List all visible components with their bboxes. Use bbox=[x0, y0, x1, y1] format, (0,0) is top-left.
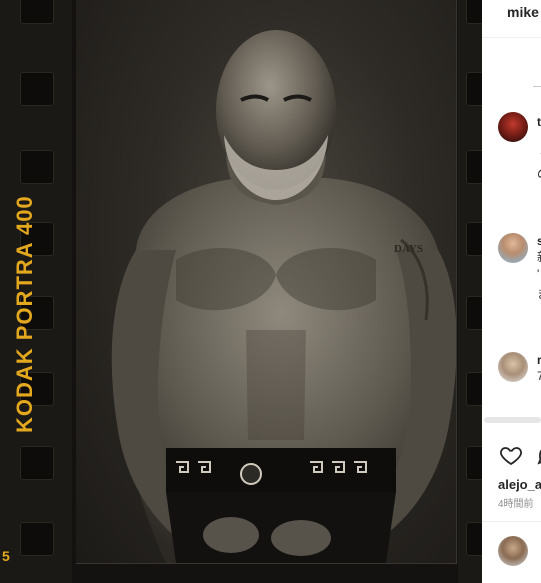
comment-username[interactable]: s bbox=[537, 233, 541, 249]
horizontal-scrollbar[interactable] bbox=[484, 417, 541, 423]
portrait-frame: DAYS bbox=[76, 0, 457, 564]
film-sprocket bbox=[466, 522, 482, 556]
avatar[interactable] bbox=[498, 352, 528, 382]
film-sprocket bbox=[466, 372, 482, 406]
film-sprocket bbox=[20, 72, 54, 106]
film-sprocket bbox=[20, 0, 54, 24]
comment-text: 7 bbox=[537, 369, 541, 383]
film-sprocket bbox=[20, 446, 54, 480]
comment-text: ヽ bbox=[537, 148, 541, 164]
portrait-photo: DAYS bbox=[111, 30, 456, 563]
film-brand-text: KODAK PORTRA 400 bbox=[12, 195, 37, 433]
film-sprocket bbox=[20, 522, 54, 556]
comment-username[interactable]: t bbox=[537, 114, 541, 130]
tattoo-text: DAYS bbox=[394, 243, 423, 255]
footer-divider bbox=[482, 521, 541, 522]
liked-by-username[interactable]: alejo_a bbox=[498, 477, 541, 492]
film-sprocket bbox=[466, 296, 482, 330]
film-sprocket bbox=[466, 0, 482, 24]
comment-icon[interactable] bbox=[536, 443, 541, 467]
comments-panel: mike t ・ ヽ の s 新 ' ま r 7 alejo_a 4時間前 bbox=[482, 0, 541, 583]
film-sprocket bbox=[466, 222, 482, 256]
post-timestamp: 4時間前 bbox=[498, 499, 534, 510]
film-strip-left: KODAK PORTRA 400 5 bbox=[0, 0, 72, 583]
film-frame-number: 5 bbox=[2, 548, 10, 564]
divider-dash bbox=[533, 86, 541, 87]
film-sprocket bbox=[466, 72, 482, 106]
comment-text: ま bbox=[537, 286, 541, 302]
comment-text: ' bbox=[537, 267, 540, 281]
comment-text: の bbox=[537, 166, 541, 182]
avatar[interactable] bbox=[498, 112, 528, 142]
current-user-avatar[interactable] bbox=[498, 536, 528, 566]
comment-text: 新 bbox=[537, 249, 541, 265]
heart-icon[interactable] bbox=[498, 443, 524, 467]
comment-username[interactable]: r bbox=[537, 352, 541, 368]
film-sprocket bbox=[466, 446, 482, 480]
post-author-username[interactable]: mike bbox=[507, 4, 539, 20]
post-photo[interactable]: KODAK PORTRA 400 5 DAYS bbox=[0, 0, 482, 583]
header-divider bbox=[482, 37, 541, 38]
film-sprocket bbox=[466, 150, 482, 184]
avatar[interactable] bbox=[498, 233, 528, 263]
film-sprocket bbox=[20, 150, 54, 184]
film-strip-right bbox=[458, 0, 482, 583]
comment-text: ・ bbox=[537, 130, 541, 146]
